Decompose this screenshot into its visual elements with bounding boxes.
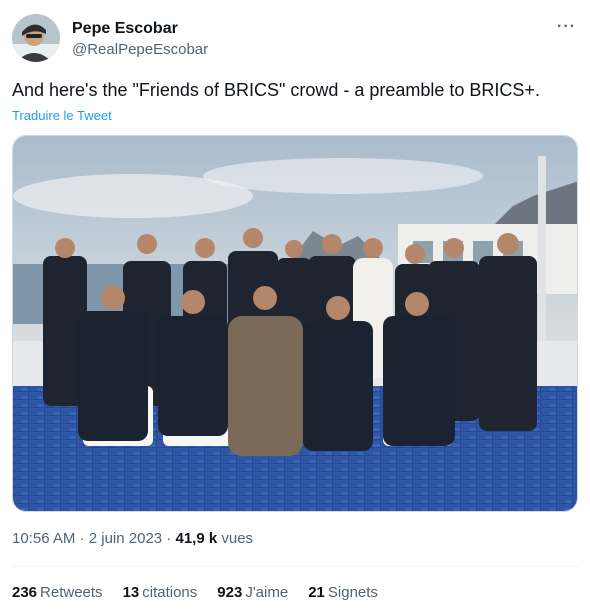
views-label: vues xyxy=(221,530,254,547)
tweet-header: Pepe Escobar @RealPepeEscobar ··· xyxy=(12,14,578,64)
quotes-count: 13 xyxy=(122,584,140,601)
quotes-label: citations xyxy=(142,584,198,601)
divider xyxy=(12,566,578,567)
meta-separator: · xyxy=(166,530,172,547)
tweet-photo[interactable] xyxy=(12,135,578,512)
bookmarks-stat[interactable]: 21 Signets xyxy=(308,584,378,601)
likes-count: 923 xyxy=(217,584,243,601)
likes-stat[interactable]: 923 J'aime xyxy=(217,584,288,601)
tweet-text: And here's the "Friends of BRICS" crowd … xyxy=(12,80,540,100)
meta-separator: · xyxy=(79,530,85,547)
author-handle[interactable]: @RealPepeEscobar xyxy=(72,41,208,58)
quotes-stat[interactable]: 13 citations xyxy=(123,584,198,601)
tweet-date[interactable]: 2 juin 2023 xyxy=(89,530,162,547)
tweet-stats: 236 Retweets 13 citations 923 J'aime 21 Sign… xyxy=(12,584,378,601)
tweet-meta: 10:56 AM · 2 juin 2023 · 41,9 k vues xyxy=(12,530,253,547)
translate-link[interactable]: Traduire le Tweet xyxy=(12,108,112,123)
likes-label: J'aime xyxy=(245,584,289,601)
retweets-stat[interactable]: 236 Retweets xyxy=(12,584,103,601)
more-options-icon[interactable]: ··· xyxy=(557,18,576,36)
bookmarks-count: 21 xyxy=(308,584,325,601)
author-name[interactable]: Pepe Escobar xyxy=(72,20,178,38)
avatar[interactable] xyxy=(12,14,60,62)
bookmarks-label: Signets xyxy=(327,584,378,601)
retweets-count: 236 xyxy=(12,584,38,601)
tweet-time[interactable]: 10:56 AM xyxy=(12,530,75,547)
group-photo-image xyxy=(13,136,577,511)
views-count: 41,9 k xyxy=(175,530,218,547)
retweets-label: Retweets xyxy=(40,584,103,601)
